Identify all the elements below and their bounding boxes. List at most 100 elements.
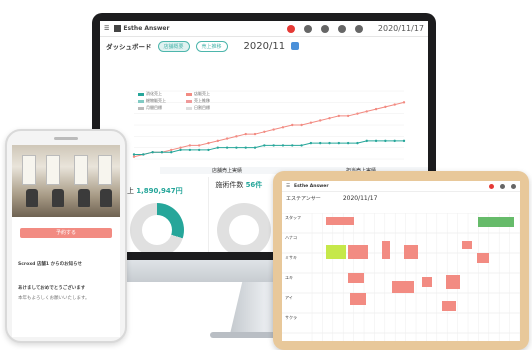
appointment-block[interactable]	[462, 241, 472, 249]
data-point	[346, 114, 350, 118]
data-point	[216, 146, 219, 149]
data-point	[272, 128, 275, 131]
data-point	[244, 146, 247, 149]
help-icon[interactable]	[354, 24, 363, 33]
data-point	[179, 146, 182, 149]
staff-name: ミサキ	[285, 255, 297, 260]
appointment-block[interactable]	[446, 275, 460, 289]
tablet-brand: Esthe Answer	[294, 183, 329, 189]
appointment-block[interactable]	[442, 301, 456, 311]
salon-photo	[12, 145, 120, 217]
staff-name: サクラ	[285, 315, 297, 320]
appointment-block[interactable]	[326, 217, 354, 225]
data-point	[263, 144, 266, 147]
data-point	[309, 121, 313, 124]
calendar-icon[interactable]	[291, 42, 300, 50]
tablet: ☰ Esthe Answer エステアンサー 2020/11/17 スタッフハナ…	[273, 171, 529, 350]
appointment-block[interactable]	[350, 293, 366, 305]
count-label: 施術件数	[215, 181, 244, 189]
tablet-icons	[489, 183, 516, 189]
phone-screen: 予約する Scroxd 店舗1 からのお知らせ あけましておめでとうございます …	[12, 145, 120, 337]
page-title: ダッシュボード	[106, 43, 152, 51]
smartphone: 予約する Scroxd 店舗1 からのお知らせ あけましておめでとうございます …	[5, 129, 127, 343]
schedule-date[interactable]: 2020/11/17	[343, 195, 378, 202]
chart-note	[100, 55, 428, 64]
appointment-block[interactable]	[478, 217, 514, 227]
dashboard-subbar: ダッシュボード 店舗概要 売上推移 2020/11	[100, 37, 428, 55]
brand: Esthe Answer	[114, 25, 169, 32]
data-point	[170, 151, 173, 154]
record-icon[interactable]	[286, 24, 295, 33]
staff-name: ユキ	[285, 275, 293, 280]
data-point	[132, 153, 136, 156]
top-bar: ☰ Esthe Answer 2020/11/17	[100, 21, 428, 37]
appointment-block[interactable]	[422, 277, 432, 287]
data-point	[281, 126, 285, 129]
schedule-grid	[282, 213, 520, 341]
data-point	[291, 123, 294, 127]
product-showcase: ☰ Esthe Answer 2020/11/17 ダッシュボード 店舗概要 売…	[0, 0, 532, 350]
data-point	[393, 139, 396, 143]
user-icon[interactable]	[303, 24, 312, 33]
appointment-block[interactable]	[477, 253, 489, 263]
tab-overview[interactable]: 店舗概要	[157, 40, 190, 52]
data-point	[216, 139, 219, 143]
data-point	[309, 141, 313, 145]
legend-item: 月間目標	[138, 105, 182, 111]
month-selector[interactable]: 2020/11	[244, 41, 286, 52]
progress-donut	[130, 203, 184, 252]
appointment-block[interactable]	[326, 245, 346, 259]
data-point	[263, 130, 266, 133]
data-point	[374, 139, 378, 143]
data-point	[253, 146, 257, 149]
settings-icon[interactable]	[337, 24, 346, 33]
revenue-value: 1,890,947円	[136, 187, 183, 195]
appointment-block[interactable]	[348, 273, 364, 283]
data-point	[291, 144, 294, 147]
appointment-block[interactable]	[404, 245, 418, 259]
data-point	[281, 144, 285, 147]
data-point	[225, 137, 229, 140]
data-point	[188, 148, 192, 152]
data-point	[374, 107, 378, 111]
news-heading: Scroxd 店舗1 からのお知らせ	[18, 262, 83, 267]
logo-icon	[114, 25, 122, 32]
data-point	[225, 146, 229, 149]
data-point	[300, 123, 303, 127]
appointment-block[interactable]	[348, 245, 368, 259]
data-point	[142, 153, 145, 156]
top-icons: 2020/11/17	[286, 24, 424, 33]
news-title: あけましておめでとうございます	[18, 286, 86, 291]
appointment-block[interactable]	[382, 241, 390, 259]
store-selector[interactable]: エステアンサー	[286, 195, 321, 202]
legend-item: 消化売上	[138, 91, 182, 97]
data-point	[170, 148, 173, 152]
data-point	[244, 132, 247, 136]
data-point	[365, 139, 368, 143]
data-point	[337, 141, 341, 145]
data-point	[132, 155, 136, 158]
menu-icon[interactable]: ☰	[286, 184, 290, 189]
tablet-date-bar: エステアンサー 2020/11/17	[282, 192, 520, 204]
record-icon[interactable]	[489, 183, 494, 189]
tab-trend[interactable]: 売上推移	[195, 40, 228, 52]
brand-name: Esthe Answer	[123, 25, 170, 32]
data-point	[402, 139, 406, 143]
menu-icon[interactable]: ☰	[104, 25, 109, 32]
data-point	[346, 141, 350, 145]
bell-icon[interactable]	[320, 24, 329, 33]
settings-icon[interactable]	[511, 183, 516, 189]
user-icon[interactable]	[500, 183, 505, 189]
staff-name: スタッフ	[285, 215, 301, 220]
count-value: 56件	[245, 181, 263, 189]
reserve-button[interactable]: 予約する	[20, 228, 112, 238]
legend-item: 日割目標	[186, 105, 230, 111]
staff-name: ハナコ	[285, 235, 297, 240]
data-point	[328, 141, 331, 145]
data-point	[188, 144, 192, 147]
appointment-block[interactable]	[392, 281, 414, 293]
data-point	[319, 141, 322, 145]
data-point	[356, 141, 359, 145]
chart-legend: 消化売上 店販売上 総物販売上 売上推移 月間目標 日割目標	[138, 91, 230, 111]
news-body: 本年もよろしくお願いいたします。	[18, 296, 90, 301]
